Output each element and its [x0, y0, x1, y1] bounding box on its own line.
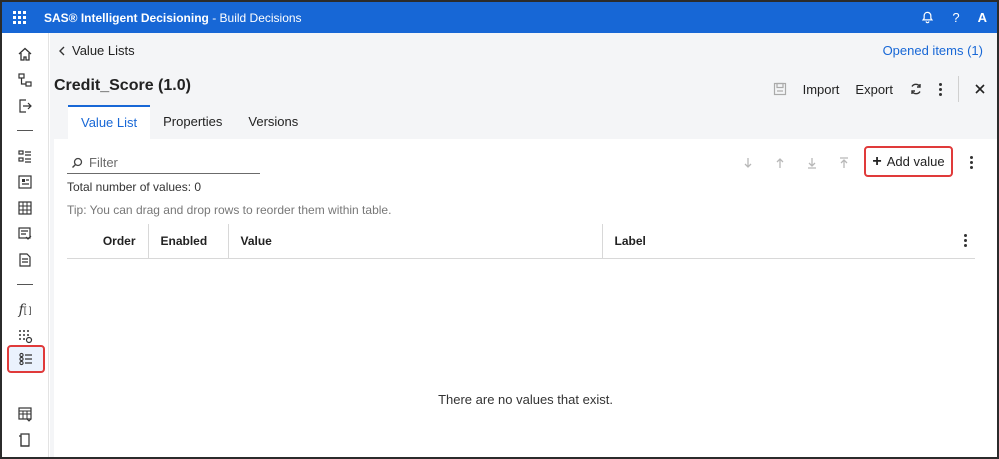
- column-header-order[interactable]: Order: [67, 224, 148, 259]
- reorder-tip: Tip: You can drag and drop rows to reord…: [67, 203, 392, 217]
- value-list-panel: + Add value Total number of values: 0 Ti…: [54, 139, 997, 457]
- lookup-table-icon[interactable]: [12, 197, 38, 219]
- export-icon[interactable]: [12, 95, 38, 117]
- search-icon: [71, 157, 85, 169]
- document-header: Credit_Score (1.0) Import Export: [50, 67, 997, 105]
- user-avatar[interactable]: A: [978, 10, 987, 25]
- move-to-top-icon[interactable]: [836, 155, 852, 171]
- main-content: Value Lists Opened items (1) Credit_Scor…: [50, 33, 997, 457]
- left-nav-rail: f[ ]: [2, 33, 49, 457]
- models-icon[interactable]: [12, 171, 38, 193]
- column-header-label[interactable]: Label: [601, 224, 955, 259]
- move-to-bottom-icon[interactable]: [804, 155, 820, 171]
- chevron-left-icon: [59, 46, 65, 55]
- back-to-value-lists-link[interactable]: Value Lists: [58, 43, 135, 58]
- values-table: Order Enabled Value Label: [67, 224, 975, 259]
- app-title: SAS® Intelligent Decisioning - Build Dec…: [44, 10, 302, 25]
- column-header-enabled[interactable]: Enabled: [147, 224, 228, 259]
- import-button[interactable]: Import: [803, 82, 840, 97]
- top-bar: SAS® Intelligent Decisioning - Build Dec…: [2, 2, 997, 33]
- app-window: SAS® Intelligent Decisioning - Build Dec…: [0, 0, 999, 459]
- refresh-icon[interactable]: [909, 82, 923, 96]
- tab-value-list[interactable]: Value List: [68, 105, 151, 139]
- add-value-label: Add value: [886, 154, 945, 169]
- reorder-controls: [740, 155, 852, 171]
- kebab-icon: [939, 82, 942, 96]
- empty-table-message: There are no values that exist.: [438, 392, 613, 407]
- plus-icon: +: [872, 152, 882, 170]
- notifications-bell-icon[interactable]: [921, 11, 934, 24]
- tab-bar: Value List Properties Versions: [68, 105, 311, 139]
- table-header-row: Order Enabled Value Label: [67, 224, 975, 259]
- column-options-button[interactable]: [955, 224, 975, 259]
- help-icon[interactable]: ?: [952, 10, 959, 25]
- apps-grid-icon: [12, 11, 26, 24]
- column-options-icon: [955, 234, 975, 248]
- decisions-icon[interactable]: [12, 69, 38, 91]
- functions-icon[interactable]: f[ ]: [12, 299, 38, 321]
- table-more-menu-button[interactable]: [966, 154, 976, 170]
- page-title: Credit_Score (1.0): [54, 77, 191, 94]
- move-up-icon[interactable]: [772, 155, 788, 171]
- divider: [958, 76, 959, 102]
- tables-icon[interactable]: [12, 403, 38, 425]
- save-icon[interactable]: [773, 82, 787, 96]
- rail-divider: [17, 284, 33, 285]
- data-grid-icon[interactable]: [12, 325, 38, 347]
- column-header-value[interactable]: Value: [227, 224, 602, 259]
- filter-field: [67, 152, 260, 174]
- home-icon[interactable]: [12, 43, 38, 65]
- tab-properties[interactable]: Properties: [150, 105, 235, 139]
- value-lists-icon[interactable]: [7, 345, 45, 373]
- export-button[interactable]: Export: [855, 82, 893, 97]
- more-actions-button[interactable]: [939, 82, 942, 96]
- close-icon[interactable]: [975, 84, 985, 94]
- tab-versions[interactable]: Versions: [235, 105, 311, 139]
- filter-input[interactable]: [89, 155, 249, 170]
- rule-sets-icon[interactable]: [12, 145, 38, 167]
- move-down-icon[interactable]: [740, 155, 756, 171]
- add-value-button[interactable]: + Add value: [864, 146, 953, 177]
- total-values-count: Total number of values: 0: [67, 180, 202, 194]
- header-actions: Import Export: [773, 76, 985, 102]
- treatments-icon[interactable]: [12, 249, 38, 271]
- breadcrumb: Value Lists Opened items (1): [50, 33, 997, 67]
- code-files-icon[interactable]: [12, 223, 38, 245]
- opened-items-link[interactable]: Opened items (1): [883, 43, 983, 58]
- top-bar-actions: ? A: [921, 2, 987, 33]
- rail-divider: [17, 130, 33, 131]
- library-icon[interactable]: [12, 429, 38, 451]
- applications-menu-button[interactable]: [4, 2, 34, 33]
- back-label: Value Lists: [72, 43, 135, 58]
